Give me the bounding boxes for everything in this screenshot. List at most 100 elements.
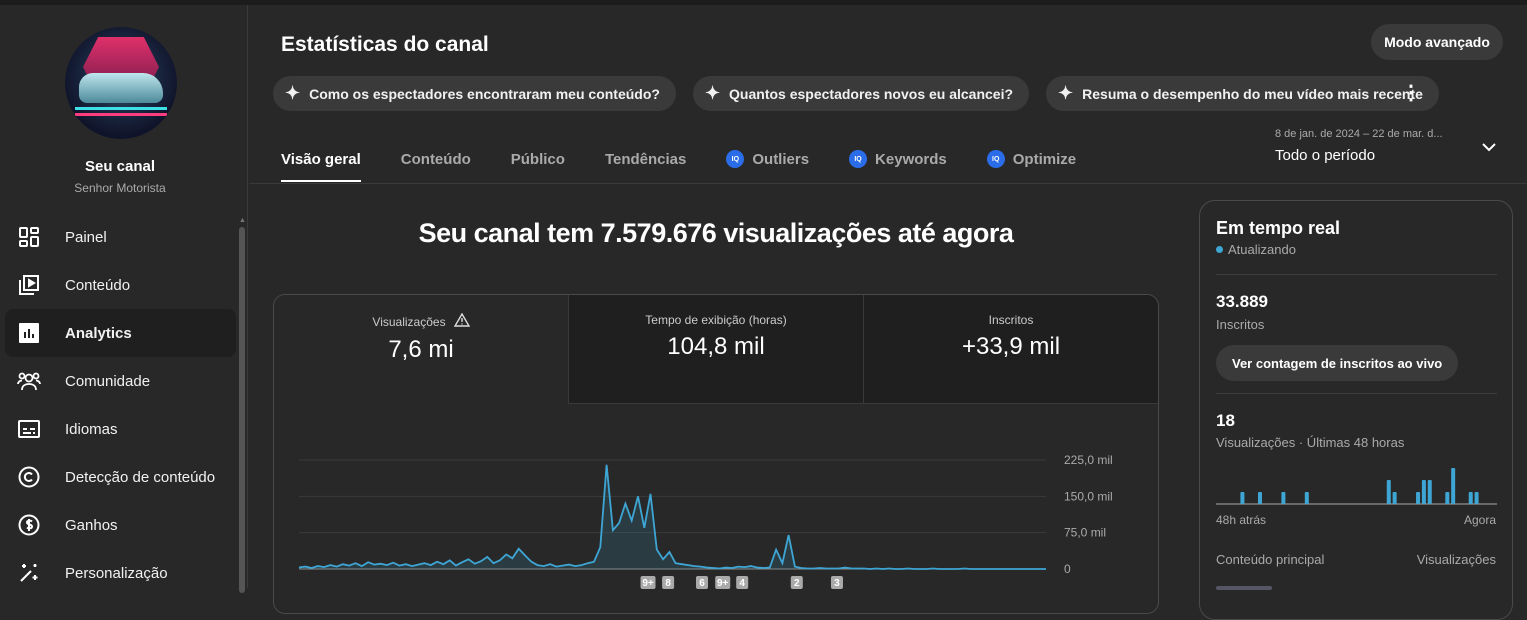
- channel-title: Seu canal: [84, 158, 156, 175]
- sidebar-item-label: Ganhos: [65, 516, 118, 534]
- subscriber-count: 33.889: [1216, 292, 1268, 311]
- video-marker[interactable]: 2: [790, 576, 803, 589]
- marker-label: 8: [665, 578, 671, 589]
- sidebar-item-personalizacao[interactable]: Personalização: [5, 549, 236, 597]
- status-dot-icon: [1216, 246, 1223, 253]
- sidebar: Seu canal Senhor Motorista Painel Conteú…: [0, 5, 248, 593]
- realtime-status: Atualizando: [1216, 242, 1296, 257]
- vidiq-icon: IQ: [986, 150, 1005, 168]
- hour-bar: [1257, 492, 1262, 504]
- top-content-thumbnail[interactable]: [1216, 586, 1272, 590]
- hour-bar: [1240, 492, 1245, 504]
- marker-label: 9+: [717, 578, 729, 589]
- chip-label: Resuma o desempenho do meu vídeo mais re…: [1082, 85, 1423, 102]
- realtime-views-label: Visualizações · Últimas 48 horas: [1216, 435, 1405, 450]
- subscriber-label: Inscritos: [1216, 317, 1265, 332]
- y-tick-label: 150,0 mil: [1064, 489, 1113, 503]
- total-views-headline: Seu canal tem 7.579.676 visualizações at…: [418, 218, 1014, 248]
- sidebar-scrollbar[interactable]: [239, 227, 245, 593]
- dashboard-icon: [17, 225, 41, 249]
- sidebar-item-analytics[interactable]: Analytics: [5, 309, 236, 357]
- tab-keywords[interactable]: IQ Keywords: [849, 146, 947, 172]
- sidebar-item-label: Painel: [65, 228, 107, 246]
- advanced-mode-button[interactable]: Modo avançado: [1371, 24, 1503, 60]
- magic-wand-icon: [17, 561, 41, 585]
- tab-conteudo[interactable]: Conteúdo: [401, 146, 471, 172]
- tab-label: Público: [510, 150, 565, 168]
- live-subscriber-count-button[interactable]: Ver contagem de inscritos ao vivo: [1216, 345, 1459, 381]
- sidebar-nav: Painel Conteúdo Analytics Comunidade Idi…: [5, 213, 236, 597]
- views-column-label: Visualizações: [1416, 552, 1496, 567]
- tab-label: Conteúdo: [400, 150, 471, 168]
- date-range[interactable]: 8 de jan. de 2024 – 22 de mar. d...: [1275, 128, 1443, 140]
- video-marker[interactable]: 9+: [715, 576, 731, 589]
- more-options-icon[interactable]: ⋮: [1401, 80, 1421, 106]
- realtime-views-count: 18: [1216, 411, 1235, 430]
- video-marker[interactable]: 4: [736, 576, 749, 589]
- views-line-chart[interactable]: 0 75,0 mil 150,0 mil 225,0 mil 9+ 8 6 9+ 4 2 3: [274, 295, 1159, 614]
- video-marker[interactable]: 8: [662, 576, 675, 589]
- tab-label: Outliers: [752, 150, 810, 168]
- suggestion-chip[interactable]: ✦ Quantos espectadores novos eu alcancei?: [692, 76, 1030, 111]
- hour-bar: [1468, 492, 1473, 504]
- suggestion-chips: ✦ Como os espectadores encontraram meu co…: [273, 76, 1439, 111]
- series-line: [298, 464, 1046, 570]
- video-marker[interactable]: 6: [696, 576, 709, 589]
- chip-label: Como os espectadores encontraram meu con…: [309, 85, 660, 102]
- tab-visao-geral[interactable]: Visão geral: [281, 146, 361, 182]
- community-icon: [17, 369, 41, 393]
- hour-bar: [1427, 480, 1432, 504]
- hour-bar: [1416, 492, 1421, 504]
- status-text: Atualizando: [1228, 242, 1296, 257]
- sidebar-item-deteccao[interactable]: Detecção de conteúdo: [5, 453, 236, 501]
- video-marker[interactable]: 3: [830, 576, 843, 589]
- page-title: Estatísticas do canal: [281, 33, 489, 56]
- suggestion-chip[interactable]: ✦ Como os espectadores encontraram meu co…: [273, 76, 676, 111]
- hour-bar: [1451, 468, 1456, 504]
- subtitles-icon: [17, 417, 41, 441]
- sidebar-item-label: Analytics: [65, 324, 132, 342]
- sidebar-item-label: Idiomas: [65, 420, 118, 438]
- hour-bar: [1304, 492, 1309, 504]
- hour-bar: [1392, 492, 1397, 504]
- video-marker[interactable]: 9+: [640, 576, 656, 589]
- tab-bar: Visão geral Conteúdo Público Tendências …: [281, 146, 1076, 182]
- tab-label: Keywords: [875, 150, 947, 168]
- sidebar-item-comunidade[interactable]: Comunidade: [5, 357, 236, 405]
- tab-tendencias[interactable]: Tendências: [605, 146, 686, 172]
- hour-bar: [1421, 480, 1426, 504]
- sidebar-item-ganhos[interactable]: Ganhos: [5, 501, 236, 549]
- tab-outliers[interactable]: IQ Outliers: [726, 146, 809, 172]
- divider: [1216, 393, 1497, 394]
- tab-publico[interactable]: Público: [511, 146, 565, 172]
- vidiq-icon: IQ: [726, 150, 745, 168]
- chevron-down-icon[interactable]: [1478, 136, 1500, 158]
- header-divider: [249, 183, 1527, 184]
- y-tick-label: 225,0 mil: [1064, 453, 1113, 467]
- sidebar-item-label: Detecção de conteúdo: [65, 468, 216, 486]
- sparkle-icon: ✦: [704, 83, 721, 103]
- marker-label: 3: [834, 578, 840, 589]
- hour-bar: [1445, 492, 1450, 504]
- sidebar-item-label: Comunidade: [65, 372, 151, 390]
- sidebar-item-idiomas[interactable]: Idiomas: [5, 405, 236, 453]
- analytics-icon: [17, 321, 41, 345]
- sparkle-icon: ✦: [285, 83, 301, 103]
- hour-bar: [1386, 480, 1391, 504]
- content-icon: [17, 273, 41, 297]
- sidebar-item-painel[interactable]: Painel: [5, 213, 236, 261]
- vidiq-icon: IQ: [849, 150, 868, 168]
- axis-start-label: 48h atrás: [1216, 513, 1267, 527]
- tab-optimize[interactable]: IQ Optimize: [986, 146, 1076, 172]
- period-select[interactable]: Todo o período: [1275, 147, 1375, 164]
- suggestion-chip[interactable]: ✦ Resuma o desempenho do meu vídeo mais r…: [1046, 76, 1439, 111]
- marker-label: 6: [699, 578, 705, 589]
- channel-name: Senhor Motorista: [74, 181, 166, 195]
- dollar-icon: [17, 513, 41, 537]
- hour-bar: [1474, 492, 1479, 504]
- marker-label: 4: [739, 578, 745, 589]
- channel-avatar[interactable]: [65, 27, 177, 139]
- sidebar-item-conteudo[interactable]: Conteúdo: [5, 261, 236, 309]
- realtime-bar-chart[interactable]: [1216, 459, 1497, 505]
- scroll-up-arrow[interactable]: ▲: [239, 217, 246, 224]
